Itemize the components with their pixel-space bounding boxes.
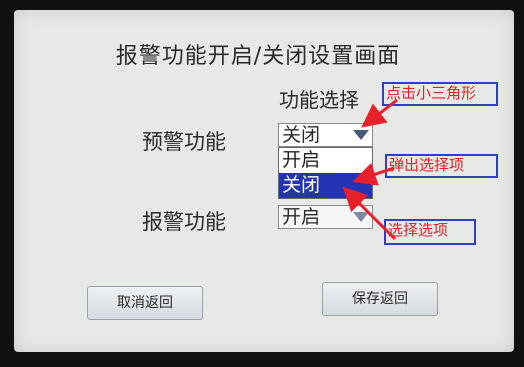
- column-header: 功能选择: [279, 88, 359, 112]
- prewarning-label: 预警功能: [142, 130, 226, 154]
- annotation-popup-options: 弹出选择项: [385, 154, 498, 178]
- alarm-select[interactable]: 开启: [278, 205, 373, 229]
- dropdown-option-close[interactable]: 关闭: [279, 173, 372, 198]
- prewarning-select[interactable]: 关闭: [278, 123, 373, 147]
- cancel-return-button[interactable]: 取消返回: [87, 286, 203, 320]
- hmi-screen: 报警功能开启/关闭设置画面 功能选择 预警功能 关闭 开启 关闭 报警功能 开启…: [14, 10, 514, 352]
- alarm-select-value: 开启: [282, 206, 321, 228]
- prewarning-select-value: 关闭: [282, 124, 321, 146]
- dropdown-triangle-icon[interactable]: [353, 212, 369, 222]
- dropdown-list: 开启 关闭: [278, 147, 373, 199]
- annotation-tap-triangle: 点击小三角形: [382, 82, 498, 106]
- page-title: 报警功能开启/关闭设置画面: [115, 44, 401, 69]
- annotation-choose-option: 选择选项: [384, 219, 476, 245]
- alarm-label: 报警功能: [142, 210, 226, 234]
- dropdown-option-open[interactable]: 开启: [279, 148, 372, 173]
- dropdown-triangle-icon[interactable]: [353, 130, 369, 140]
- save-return-button[interactable]: 保存返回: [322, 282, 438, 316]
